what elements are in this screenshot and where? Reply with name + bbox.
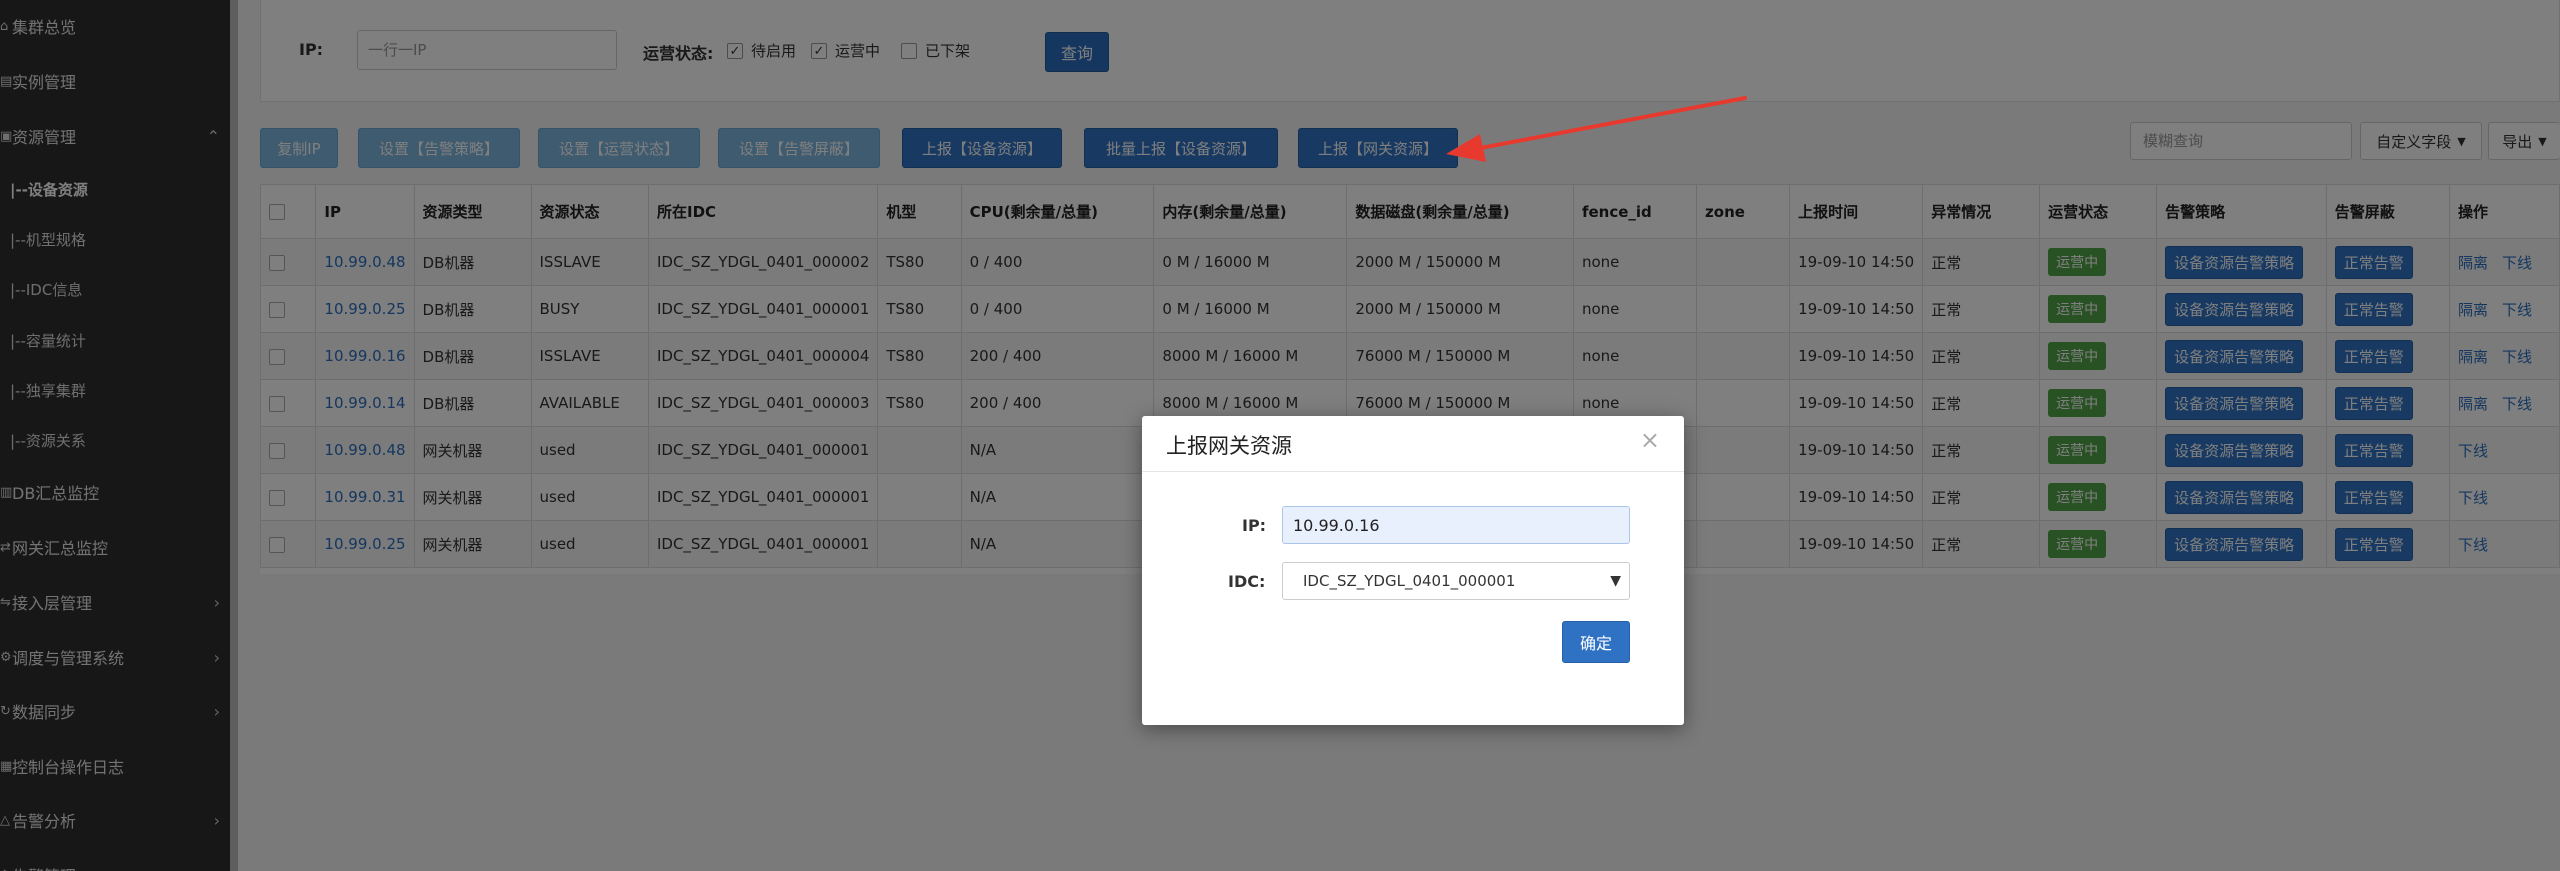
modal-idc-label: IDC: bbox=[1228, 572, 1266, 591]
close-icon[interactable]: × bbox=[1640, 426, 1660, 454]
caret-down-icon: ▼ bbox=[1610, 573, 1621, 589]
modal-ip-label: IP: bbox=[1242, 516, 1267, 535]
modal-confirm-button[interactable]: 确定 bbox=[1562, 621, 1630, 663]
modal-idc-select[interactable]: IDC_SZ_YDGL_0401_000001 ▼ bbox=[1282, 562, 1630, 600]
modal-title: 上报网关资源 bbox=[1166, 434, 1292, 458]
modal-ip-input[interactable] bbox=[1282, 506, 1630, 544]
modal-idc-value: IDC_SZ_YDGL_0401_000001 bbox=[1303, 572, 1516, 590]
report-gateway-modal: 上报网关资源 × IP: IDC: IDC_SZ_YDGL_0401_00000… bbox=[1142, 416, 1684, 725]
modal-header: 上报网关资源 × bbox=[1142, 416, 1684, 472]
